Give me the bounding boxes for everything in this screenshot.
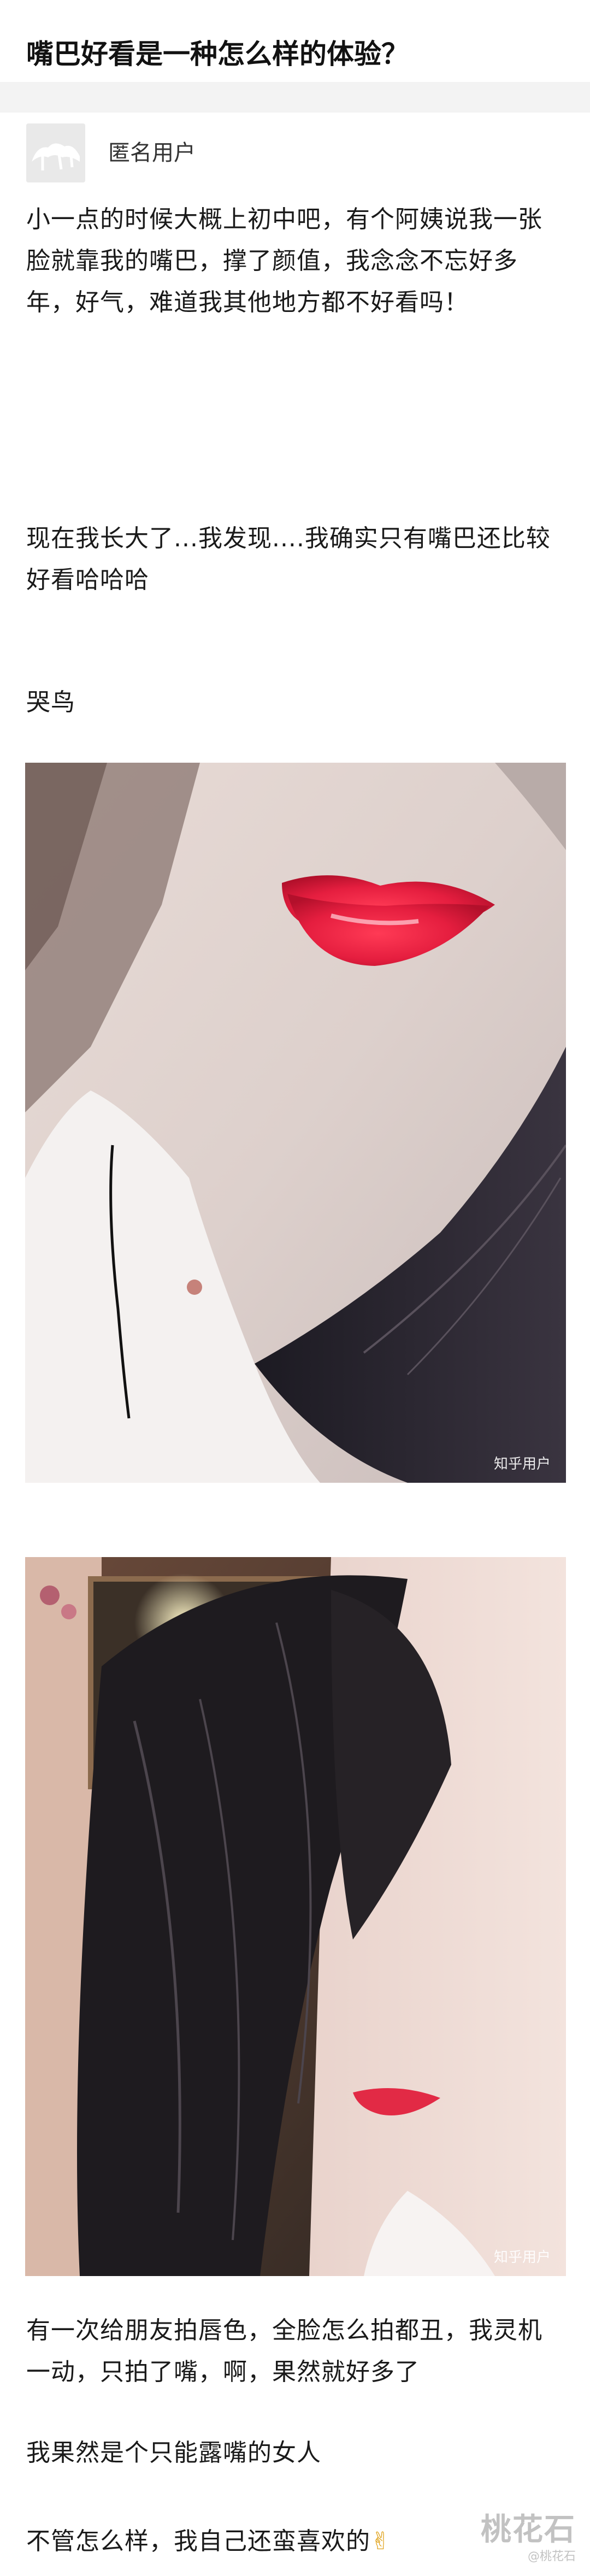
author-row[interactable]: 匿名用户 [26, 123, 567, 184]
answer-paragraph: 我果然是个只能露嘴的女人 [26, 2439, 321, 2467]
lips-closeup-photo[interactable]: 知乎用户 [25, 763, 566, 1483]
section-divider [0, 82, 590, 113]
anonymous-avatar-icon[interactable] [26, 123, 85, 182]
watermark-handle: @桃花石 [527, 2550, 576, 2563]
site-watermark: 桃花石 @桃花石 [481, 2514, 576, 2564]
watermark-brand: 桃花石 [481, 2512, 576, 2548]
image-watermark: 知乎用户 [493, 1456, 551, 1472]
image-watermark: 知乎用户 [493, 2249, 551, 2266]
answer-paragraph: 小一点的时候大概上初中吧，有个阿姨说我一张脸就靠我的嘴巴，撑了颜值，我念念不忘好… [26, 205, 542, 316]
answer-paragraph-text: 不管怎么样，我自己还蛮喜欢的 [26, 2527, 370, 2555]
answer-paragraph: 有一次给朋友拍唇色，全脸怎么拍都丑，我灵机一动，只拍了嘴，啊，果然就好多了 [26, 2316, 542, 2386]
author-name[interactable]: 匿名用户 [108, 139, 196, 167]
victory-hand-icon: ✌ [370, 2527, 391, 2555]
answer-paragraph: 现在我长大了...我发现....我确实只有嘴巴还比较好看哈哈哈 [26, 524, 551, 594]
face-with-hair-photo[interactable]: 知乎用户 [25, 1557, 566, 2276]
page-title[interactable]: 嘴巴好看是一种怎么样的体验？ [26, 31, 567, 78]
answer-paragraph: 哭鸟 [26, 688, 75, 716]
